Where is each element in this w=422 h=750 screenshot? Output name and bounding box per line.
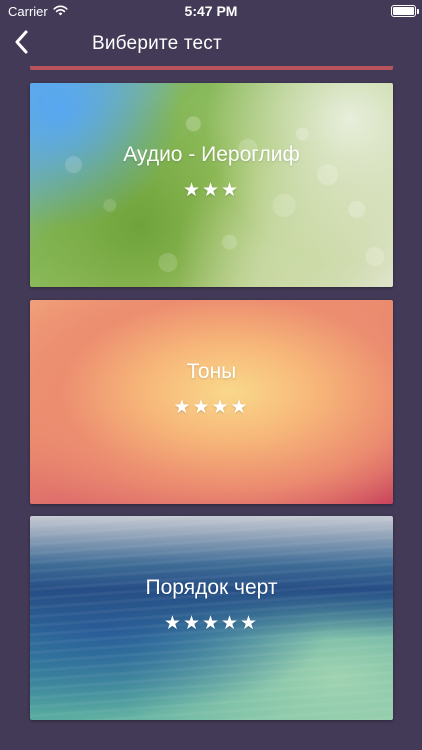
difficulty-stars: ★★★★ <box>173 397 250 418</box>
test-title: Аудио - Иероглиф <box>123 143 300 166</box>
difficulty-stars: ★★★ <box>182 180 241 201</box>
test-list: Аудио - Иероглиф ★★★ Тоны ★★★★ Порядок ч… <box>0 66 422 750</box>
page-title: Виберите тест <box>92 33 222 54</box>
chevron-left-icon <box>14 30 28 59</box>
previous-test-card-edge[interactable] <box>30 66 393 70</box>
back-button[interactable] <box>4 26 38 62</box>
card-content: Порядок черт ★★★★★ <box>30 576 393 635</box>
difficulty-stars: ★★★★★ <box>163 613 260 634</box>
test-card-tones[interactable]: Тоны ★★★★ <box>30 300 393 504</box>
wifi-icon <box>53 4 68 19</box>
battery-level <box>393 7 414 15</box>
battery-icon <box>391 5 419 17</box>
status-bar: Carrier 5:47 PM <box>0 0 422 22</box>
test-title: Тоны <box>186 360 237 383</box>
test-card-stroke-order[interactable]: Порядок черт ★★★★★ <box>30 516 393 720</box>
screen: Carrier 5:47 PM Виберите тест Аудио - Ие… <box>0 0 422 750</box>
test-card-audio-hieroglyph[interactable]: Аудио - Иероглиф ★★★ <box>30 83 393 287</box>
card-content: Аудио - Иероглиф ★★★ <box>30 143 393 202</box>
carrier-label: Carrier <box>8 3 48 19</box>
navigation-bar: Виберите тест <box>0 22 422 66</box>
status-left: Carrier <box>8 4 68 19</box>
test-title: Порядок черт <box>145 576 278 599</box>
card-content: Тоны ★★★★ <box>30 360 393 419</box>
